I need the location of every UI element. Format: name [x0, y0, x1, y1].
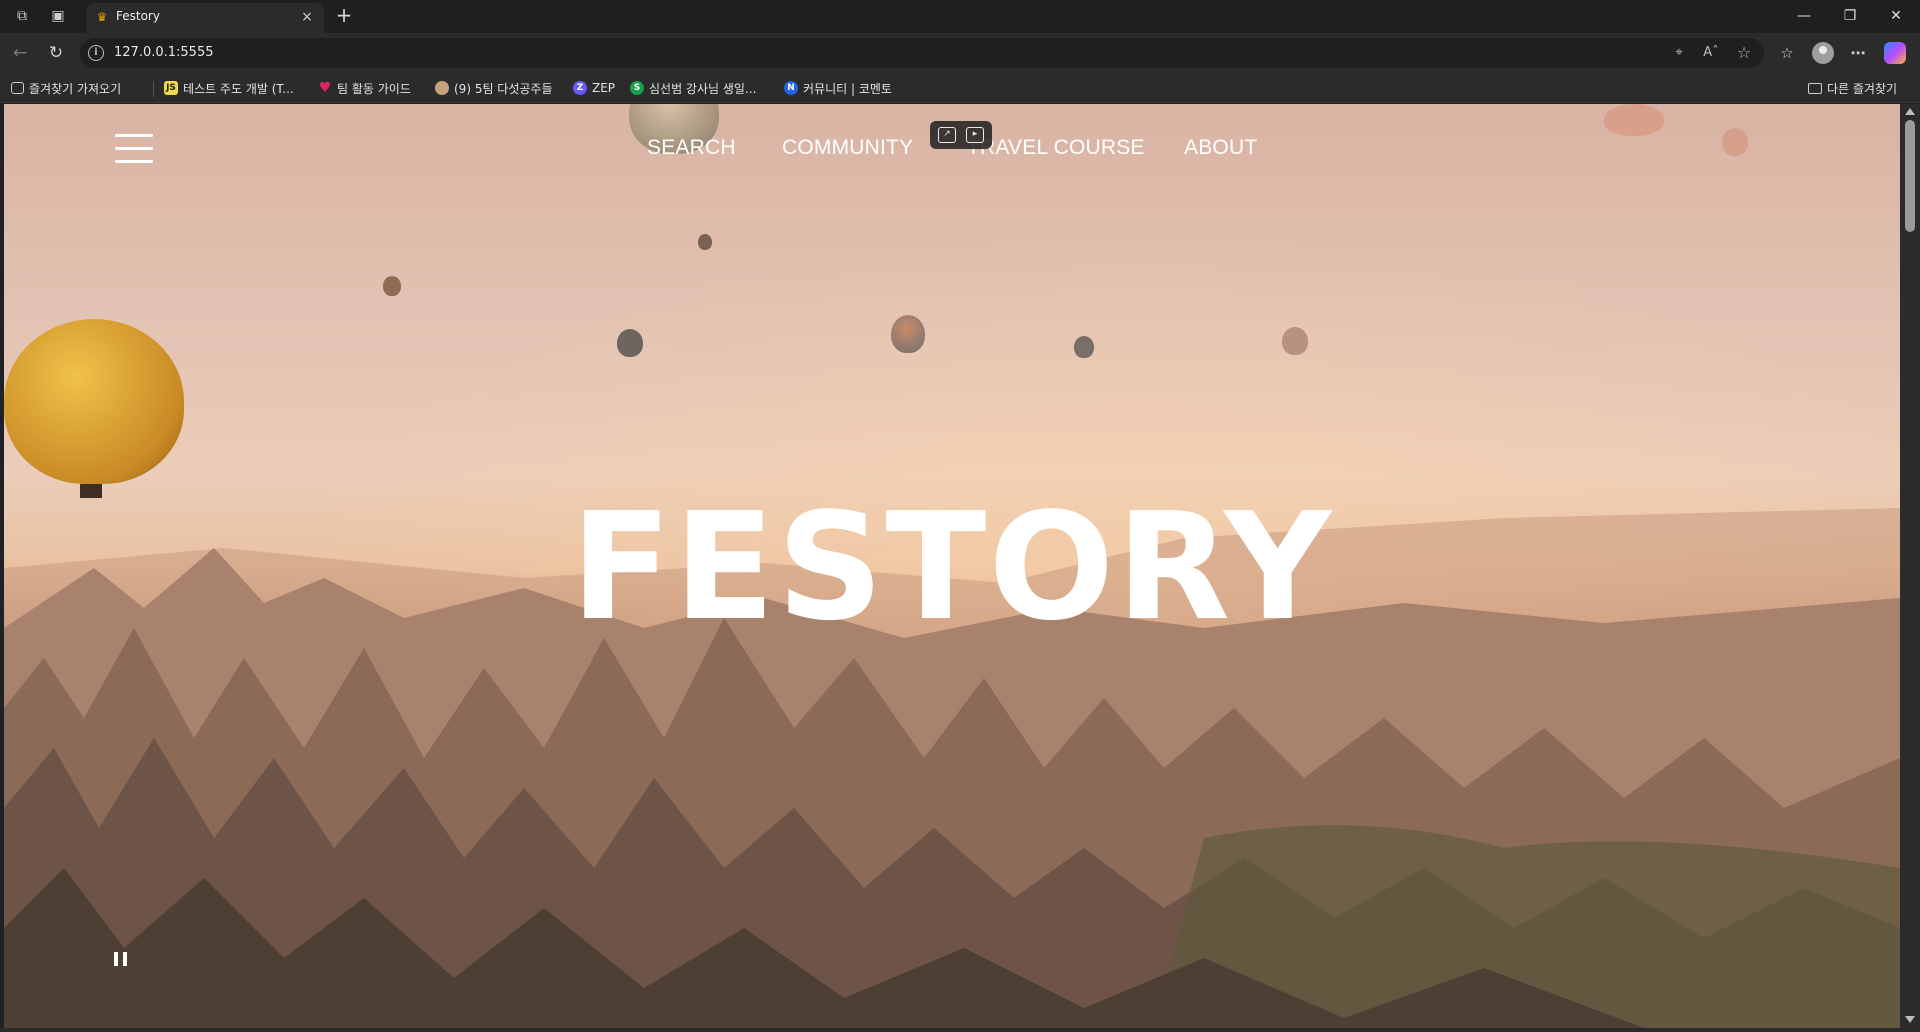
hamburger-line [115, 160, 153, 163]
hamburger-line [115, 147, 153, 150]
bookmark-label: ZEP [592, 81, 616, 95]
distant-balloon [383, 276, 401, 296]
address-url[interactable]: 127.0.0.1:5555 [114, 45, 214, 60]
minimize-button[interactable]: — [1781, 0, 1827, 33]
read-aloud-icon[interactable]: Aˆ [1702, 44, 1720, 62]
hero-title: FESTORY [570, 481, 1334, 653]
bookmark-other-favorites[interactable]: 다른 즐겨찾기 [1808, 79, 1897, 97]
pause-bar [123, 952, 127, 966]
distant-balloon [698, 234, 712, 250]
vertical-tabs-icon[interactable]: ▣ [48, 6, 68, 26]
bookmark-import[interactable]: 즐겨찾기 가져오기 [11, 79, 121, 97]
video-pause-icon[interactable] [113, 950, 129, 970]
bookmark-divider [153, 81, 154, 97]
heart-icon: ♥ [318, 80, 332, 96]
bookmark-label: 다른 즐겨찾기 [1827, 81, 1898, 96]
bookmark-label: 심선범 강사님 생일... [649, 81, 757, 96]
distant-balloon [891, 315, 925, 353]
tab-title: Festory [116, 9, 160, 23]
bookmark-tdd[interactable]: JS 테스트 주도 개발 (T... [164, 79, 294, 97]
bookmark-comento[interactable]: N 커뮤니티 | 코멘토 [784, 79, 892, 97]
site-info-icon[interactable]: i [88, 45, 104, 61]
back-arrow-icon[interactable]: ← [8, 41, 32, 65]
profile-avatar[interactable] [1812, 42, 1834, 64]
restore-button[interactable]: ❐ [1827, 0, 1873, 33]
distant-balloon [1074, 336, 1094, 358]
copilot-icon[interactable] [1884, 42, 1906, 64]
distant-balloon [617, 329, 643, 357]
large-balloon [4, 319, 184, 484]
page-scrollbar[interactable] [1900, 104, 1920, 1028]
distant-balloon [1722, 128, 1748, 156]
s-icon: S [630, 81, 644, 95]
bookmark-team-guide[interactable]: ♥ 팀 활동 가이드 [318, 79, 411, 97]
bookmark-label: 테스트 주도 개발 (T... [183, 81, 294, 96]
address-bar[interactable]: i 127.0.0.1:5555 ⌖ Aˆ ☆ [80, 38, 1764, 68]
crown-favicon-icon: ♛ [96, 10, 108, 24]
comento-icon: N [784, 81, 798, 95]
page-viewport: SEARCH COMMUNITY TRAVEL COURSE ABOUT ↗ ▸… [4, 104, 1900, 1028]
pip-play-icon[interactable]: ▸ [966, 127, 984, 143]
pip-exit-icon[interactable]: ↗ [938, 127, 956, 143]
hamburger-menu-icon[interactable] [115, 134, 153, 164]
zep-icon: Z [573, 81, 587, 95]
nav-community[interactable]: COMMUNITY [782, 136, 913, 160]
scrollbar-thumb[interactable] [1905, 120, 1915, 232]
bookmarks-bar: 즐겨찾기 가져오기 JS 테스트 주도 개발 (T... ♥ 팀 활동 가이드 … [0, 73, 1920, 103]
new-tab-button[interactable]: + [332, 4, 356, 28]
nav-travel-course[interactable]: TRAVEL COURSE [967, 136, 1145, 160]
nav-about[interactable]: ABOUT [1184, 136, 1257, 160]
scroll-down-arrow-icon[interactable] [1905, 1016, 1915, 1023]
refresh-icon[interactable]: ↻ [44, 41, 68, 65]
pause-bar [114, 952, 118, 966]
bookmark-team5[interactable]: (9) 5팀 다섯공주들 [435, 79, 553, 97]
window-close-button[interactable]: ✕ [1873, 0, 1919, 33]
bookmark-label: 팀 활동 가이드 [337, 81, 411, 96]
favorite-star-icon[interactable]: ☆ [1735, 44, 1753, 62]
workspaces-icon[interactable]: ⧉ [12, 6, 32, 26]
bookmark-label: 커뮤니티 | 코멘토 [803, 81, 892, 96]
folder-icon [1808, 82, 1822, 94]
distant-balloon [1604, 104, 1664, 136]
bookmark-label: (9) 5팀 다섯공주들 [454, 81, 553, 96]
bookmark-label: 즐겨찾기 가져오기 [29, 81, 122, 96]
tab-close-icon[interactable]: × [298, 8, 316, 26]
hamburger-line [115, 134, 153, 137]
import-icon [11, 82, 24, 94]
distant-balloon [1282, 327, 1308, 355]
bookmark-birthday[interactable]: S 심선범 강사님 생일... [630, 79, 756, 97]
bookmark-zep[interactable]: Z ZEP [573, 79, 615, 97]
more-menu-icon[interactable]: ⋯ [1847, 42, 1869, 64]
favorites-list-icon[interactable]: ☆ [1776, 42, 1798, 64]
video-overlay-controls: ↗ ▸ [930, 121, 992, 149]
window-bottom-edge [0, 1028, 1920, 1032]
browser-titlebar: ⧉ ▣ ♛ Festory × + — ❐ ✕ [0, 0, 1920, 33]
js-icon: JS [164, 81, 178, 95]
location-pin-icon[interactable]: ⌖ [1670, 44, 1688, 62]
browser-tab-festory[interactable]: ♛ Festory × [86, 3, 324, 33]
avatar-icon [435, 81, 449, 95]
nav-search[interactable]: SEARCH [647, 136, 736, 160]
scroll-up-arrow-icon[interactable] [1905, 108, 1915, 115]
browser-toolbar: ← ↻ i 127.0.0.1:5555 ⌖ Aˆ ☆ ☆ ⋯ [0, 33, 1920, 73]
